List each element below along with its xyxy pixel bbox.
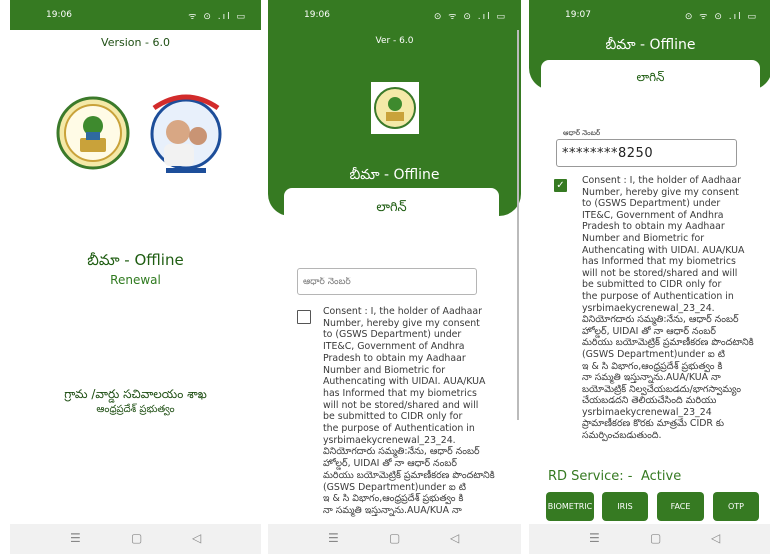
status-icons: ⊙ ᯤ ⊙ .ıl ▭ (684, 12, 758, 22)
iris-button[interactable]: IRIS (602, 492, 648, 521)
biometric-button[interactable]: BIOMETRIC (546, 492, 594, 521)
login-screen-filled: 19:07 ⊙ ᯤ ⊙ .ıl ▭ బీమా - Offline లాగిన్ … (529, 0, 770, 554)
version-label: Version - 6.0 (101, 36, 170, 49)
app-subtitle: Renewal (110, 273, 161, 287)
app-title: బీమా - Offline (349, 167, 440, 183)
header: 19:06 ⊙ ᯤ ⊙ .ıl ▭ Ver - 6.0 బీమా - Offli… (268, 0, 521, 216)
system-nav-bar: ☰ ▢ ◁ (10, 524, 261, 554)
login-card-header: లాగిన్ (284, 188, 499, 232)
back-icon[interactable]: ◁ (711, 531, 720, 545)
menu-icon[interactable]: ☰ (70, 531, 81, 545)
aadhaar-input[interactable] (297, 268, 477, 295)
aadhaar-input[interactable] (556, 139, 737, 167)
login-title: లాగిన్ (636, 70, 665, 84)
face-button[interactable]: FACE (657, 492, 704, 521)
status-time: 19:06 (304, 10, 330, 20)
app-title: బీమా - Offline (87, 251, 184, 269)
status-bar: 19:06 ᯤ ⊙ .ıl ▭ (10, 0, 261, 30)
status-time: 19:06 (46, 10, 72, 20)
logo-container (371, 82, 419, 134)
status-icons: ᯤ ⊙ .ıl ▭ (188, 12, 247, 22)
otp-button[interactable]: OTP (713, 492, 759, 521)
status-bar: 19:07 ⊙ ᯤ ⊙ .ıl ▭ (529, 0, 770, 30)
rd-service-label: RD Service: - (548, 469, 633, 484)
rd-service-status: Active (641, 469, 682, 484)
back-icon[interactable]: ◁ (450, 531, 459, 545)
consent-checkbox[interactable]: ✓ (554, 179, 567, 192)
aadhaar-field-label: ఆధార్ నెంబర్ (563, 129, 601, 137)
consent-text: Consent : I, the holder of Aadhaar Numbe… (582, 175, 754, 442)
ysr-bima-logo-icon (150, 94, 222, 173)
login-title: లాగిన్ (376, 200, 407, 215)
splash-screen: 19:06 ᯤ ⊙ .ıl ▭ Version - 6.0 బీమా - Off… (10, 0, 261, 554)
status-bar: 19:06 ⊙ ᯤ ⊙ .ıl ▭ (268, 0, 521, 30)
checkmark-icon: ✓ (556, 180, 565, 191)
ap-government-emblem-icon (56, 96, 130, 170)
system-nav-bar: ☰ ▢ ◁ (529, 524, 770, 554)
home-icon[interactable]: ▢ (131, 531, 142, 545)
status-icons: ⊙ ᯤ ⊙ .ıl ▭ (433, 12, 507, 22)
consent-checkbox[interactable] (297, 310, 311, 324)
system-nav-bar: ☰ ▢ ◁ (268, 524, 521, 554)
ap-government-emblem-icon (374, 87, 416, 129)
home-icon[interactable]: ▢ (650, 531, 661, 545)
department-name: గ్రామ /వార్డు సచివాలయం శాఖ (64, 387, 207, 401)
app-title: బీమా - Offline (605, 37, 696, 53)
home-icon[interactable]: ▢ (389, 531, 400, 545)
consent-text: Consent : I, the holder of Aadhaar Numbe… (323, 306, 495, 516)
menu-icon[interactable]: ☰ (589, 531, 600, 545)
login-card-header: లాగిన్ (541, 60, 760, 100)
scrollbar[interactable] (517, 30, 519, 420)
back-icon[interactable]: ◁ (192, 531, 201, 545)
version-label: Ver - 6.0 (375, 36, 414, 46)
menu-icon[interactable]: ☰ (328, 531, 339, 545)
status-time: 19:07 (565, 10, 591, 20)
login-screen-empty: 19:06 ⊙ ᯤ ⊙ .ıl ▭ Ver - 6.0 బీమా - Offli… (268, 0, 521, 554)
state-government-name: ఆంధ్రప్రదేశ్ ప్రభుత్వం (96, 404, 175, 415)
